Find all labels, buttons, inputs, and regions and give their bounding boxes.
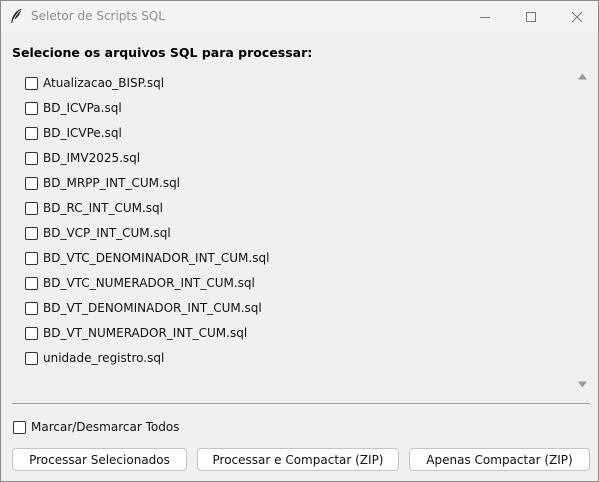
file-label: BD_RC_INT_CUM.sql [43,201,163,215]
file-checkbox[interactable] [25,301,38,315]
close-button[interactable] [554,1,599,32]
file-list-scrollbar[interactable] [575,67,590,395]
select-all-label: Marcar/Desmarcar Todos [31,420,180,434]
process-selected-button[interactable]: Processar Selecionados [12,448,187,471]
file-item[interactable]: unidade_registro.sql [25,348,164,368]
file-checkbox[interactable] [25,201,38,215]
file-item[interactable]: BD_VT_DENOMINADOR_INT_CUM.sql [25,298,262,318]
file-item[interactable]: BD_MRPP_INT_CUM.sql [25,173,180,193]
minimize-button[interactable] [462,1,508,32]
app-window: Seletor de Scripts SQL Selecione os arqu… [0,0,599,482]
scroll-down-icon[interactable] [577,380,588,389]
file-checkbox[interactable] [25,326,38,340]
maximize-icon [526,11,536,22]
file-item[interactable]: BD_IMV2025.sql [25,148,140,168]
file-label: Atualizacao_BISP.sql [43,76,165,90]
scroll-up-icon[interactable] [577,72,588,81]
file-label: BD_VTC_DENOMINADOR_INT_CUM.sql [43,251,270,265]
file-checkbox[interactable] [25,176,38,190]
file-label: BD_IMV2025.sql [43,151,141,165]
file-checkbox[interactable] [25,351,38,365]
file-item[interactable]: Atualizacao_BISP.sql [25,73,164,93]
process-and-zip-button[interactable]: Processar e Compactar (ZIP) [197,448,399,471]
divider [12,403,590,404]
page-heading: Selecione os arquivos SQL para processar… [12,45,313,60]
file-item[interactable]: BD_ICVPe.sql [25,123,122,143]
title-bar[interactable]: Seletor de Scripts SQL [1,1,598,32]
close-icon [571,11,583,22]
minimize-icon [480,16,490,18]
file-label: BD_VTC_NUMERADOR_INT_CUM.sql [43,276,255,290]
file-checkbox[interactable] [25,126,38,140]
file-checkbox[interactable] [25,76,38,90]
feather-icon [9,8,23,24]
file-item[interactable]: BD_VCP_INT_CUM.sql [25,223,171,243]
file-item[interactable]: BD_ICVPa.sql [25,98,122,118]
file-label: BD_ICVPe.sql [43,126,122,140]
file-checkbox[interactable] [25,226,38,240]
zip-only-button[interactable]: Apenas Compactar (ZIP) [409,448,590,471]
file-label: BD_VT_NUMERADOR_INT_CUM.sql [43,326,248,340]
select-all-toggle[interactable]: Marcar/Desmarcar Todos [13,417,179,437]
file-label: BD_VT_DENOMINADOR_INT_CUM.sql [43,301,262,315]
file-list: Atualizacao_BISP.sql BD_ICVPa.sql BD_ICV… [12,69,572,397]
file-item[interactable]: BD_VTC_DENOMINADOR_INT_CUM.sql [25,248,269,268]
select-all-checkbox[interactable] [13,420,26,434]
file-item[interactable]: BD_RC_INT_CUM.sql [25,198,163,218]
maximize-button[interactable] [508,1,554,32]
file-label: BD_VCP_INT_CUM.sql [43,226,171,240]
window-title: Seletor de Scripts SQL [31,9,165,23]
file-checkbox[interactable] [25,101,38,115]
file-checkbox[interactable] [25,276,38,290]
file-label: unidade_registro.sql [43,351,165,365]
file-label: BD_MRPP_INT_CUM.sql [43,176,181,190]
file-checkbox[interactable] [25,251,38,265]
file-checkbox[interactable] [25,151,38,165]
file-item[interactable]: BD_VTC_NUMERADOR_INT_CUM.sql [25,273,255,293]
file-item[interactable]: BD_VT_NUMERADOR_INT_CUM.sql [25,323,247,343]
file-label: BD_ICVPa.sql [43,101,122,115]
